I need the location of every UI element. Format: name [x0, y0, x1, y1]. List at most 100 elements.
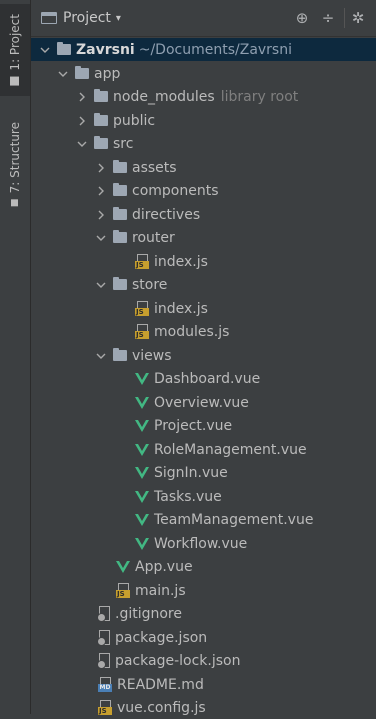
tree-item[interactable]: modules.js	[31, 320, 376, 343]
js-file-icon	[135, 301, 149, 316]
tree-item[interactable]: .gitignore	[31, 602, 376, 625]
config-file-icon	[98, 653, 110, 668]
ignore-file-icon	[98, 606, 110, 621]
tab-structure-label: 7: Structure	[8, 121, 22, 194]
tab-project[interactable]: 1: Project	[0, 4, 30, 96]
vue-file-icon	[116, 560, 130, 573]
tree-root[interactable]: Zavrsni ~/Documents/Zavrsni	[31, 38, 376, 61]
chevron-right-icon[interactable]	[95, 185, 107, 197]
tree-item[interactable]: main.js	[31, 579, 376, 602]
tree-item-label: App.vue	[135, 558, 193, 575]
tree-item[interactable]: package-lock.json	[31, 649, 376, 672]
vue-file-icon	[135, 372, 149, 385]
tree-item[interactable]: app	[31, 62, 376, 85]
vue-file-icon	[135, 396, 149, 409]
collapse-icon[interactable]: ÷	[319, 9, 337, 27]
tree-item-label: Dashboard.vue	[154, 370, 261, 387]
tree-item[interactable]: node_modules library root	[31, 85, 376, 108]
tree-item[interactable]: Overview.vue	[31, 391, 376, 414]
tree-item[interactable]: package.json	[31, 626, 376, 649]
tree-item[interactable]: Project.vue	[31, 414, 376, 437]
tree-item-label: package-lock.json	[115, 652, 241, 669]
chevron-right-icon[interactable]	[95, 209, 107, 221]
chevron-down-icon[interactable]: ▾	[116, 13, 121, 24]
project-tab-icon	[10, 76, 20, 86]
chevron-down-icon[interactable]	[76, 138, 88, 150]
tool-window-strip: 1: Project 7: Structure	[0, 0, 31, 714]
project-view-selector[interactable]: Project	[63, 10, 111, 26]
tree-item-label: Project.vue	[154, 417, 233, 434]
tree-item[interactable]: Workflow.vue	[31, 532, 376, 555]
tree-item[interactable]: SignIn.vue	[31, 461, 376, 484]
tree-item-label: index.js	[154, 300, 208, 317]
chevron-down-icon[interactable]	[57, 68, 69, 80]
tree-item-label: Tasks.vue	[154, 488, 222, 505]
tree-item[interactable]: TeamManagement.vue	[31, 508, 376, 531]
tree-item[interactable]: README.md	[31, 673, 376, 696]
folder-icon	[113, 348, 127, 361]
tree-item-label: app	[94, 65, 121, 82]
chevron-down-icon[interactable]	[39, 44, 51, 56]
tree-item[interactable]: directives	[31, 203, 376, 226]
gear-icon[interactable]: ✲	[349, 9, 367, 27]
chevron-down-icon[interactable]	[95, 279, 107, 291]
folder-icon	[57, 42, 71, 55]
tree-item[interactable]: index.js	[31, 250, 376, 273]
tree-item-label: Workflow.vue	[154, 535, 248, 552]
js-file-icon	[116, 583, 130, 598]
tree-item-label: TeamManagement.vue	[154, 511, 314, 528]
tree-item-label: components	[132, 182, 219, 199]
tree-item[interactable]: Tasks.vue	[31, 485, 376, 508]
tab-structure[interactable]: 7: Structure	[0, 112, 30, 216]
project-view-icon	[41, 12, 57, 24]
chevron-down-icon[interactable]	[95, 232, 107, 244]
vue-file-icon	[135, 513, 149, 526]
root-path: ~/Documents/Zavrsni	[138, 41, 292, 58]
tree-item[interactable]: assets	[31, 156, 376, 179]
chevron-right-icon[interactable]	[76, 115, 88, 127]
folder-icon	[94, 136, 108, 149]
tree-item[interactable]: src	[31, 132, 376, 155]
tree-item[interactable]: components	[31, 179, 376, 202]
js-file-icon	[135, 324, 149, 339]
tree-item[interactable]: Dashboard.vue	[31, 367, 376, 390]
tree-item-label: directives	[132, 206, 201, 223]
tree-item[interactable]: index.js	[31, 297, 376, 320]
tree-item-label: index.js	[154, 253, 208, 270]
tree-item[interactable]: App.vue	[31, 555, 376, 578]
folder-icon	[113, 277, 127, 290]
tree-item-label: RoleManagement.vue	[154, 441, 307, 458]
folder-icon	[113, 230, 127, 243]
chevron-right-icon[interactable]	[95, 162, 107, 174]
project-panel: Project ▾ ⊕ ÷ ✲ Zavrsni ~/Documents/Zavr…	[31, 0, 376, 716]
folder-icon	[94, 89, 108, 102]
tree-item[interactable]: store	[31, 273, 376, 296]
tree-item[interactable]: public	[31, 109, 376, 132]
crosshair-icon[interactable]: ⊕	[293, 9, 311, 27]
toolbar-divider	[344, 8, 345, 28]
library-root-label: library root	[220, 88, 299, 105]
folder-icon	[113, 183, 127, 196]
chevron-right-icon[interactable]	[76, 91, 88, 103]
tree-item[interactable]: views	[31, 344, 376, 367]
config-file-icon	[98, 630, 110, 645]
structure-tab-icon	[11, 199, 19, 207]
js-file-icon	[135, 254, 149, 269]
folder-icon	[75, 66, 89, 79]
tree-item-label: modules.js	[154, 323, 230, 340]
tree-item[interactable]: RoleManagement.vue	[31, 438, 376, 461]
tree-item-label: main.js	[135, 582, 186, 599]
tree-item-label: vue.config.js	[117, 699, 206, 716]
markdown-file-icon	[98, 677, 112, 692]
vue-file-icon	[135, 443, 149, 456]
folder-icon	[94, 113, 108, 126]
project-toolbar: Project ▾ ⊕ ÷ ✲	[31, 0, 376, 37]
chevron-down-icon[interactable]	[95, 350, 107, 362]
tree-item[interactable]: vue.config.js	[31, 696, 376, 719]
tree-item-label: .gitignore	[115, 605, 182, 622]
root-label: Zavrsni	[76, 41, 135, 58]
vue-file-icon	[135, 419, 149, 432]
tree-item-label: src	[113, 135, 134, 152]
tree-item[interactable]: router	[31, 226, 376, 249]
tree-item-label: store	[132, 276, 168, 293]
